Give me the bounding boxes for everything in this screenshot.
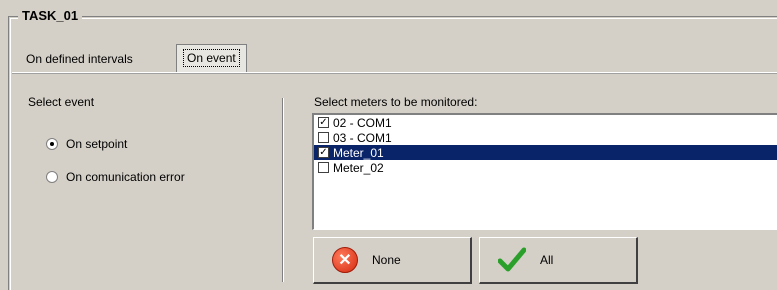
list-item[interactable]: ✓ Meter_01: [314, 145, 777, 160]
meters-listbox[interactable]: ✓ 02 - COM1 03 - COM1 ✓ Meter_01 Meter_0…: [312, 113, 777, 230]
tab-on-defined-intervals[interactable]: On defined intervals: [20, 47, 139, 71]
select-meters-label: Select meters to be monitored:: [314, 95, 478, 109]
radio-button[interactable]: [46, 171, 58, 183]
list-item-label: Meter_02: [333, 160, 384, 175]
list-item-label: 02 - COM1: [333, 115, 392, 130]
checkbox[interactable]: ✓: [318, 147, 329, 158]
radio-on-comunication-error[interactable]: On comunication error: [46, 170, 185, 184]
radio-button[interactable]: [46, 138, 58, 150]
list-item[interactable]: 03 - COM1: [314, 130, 777, 145]
radio-label: On comunication error: [66, 170, 185, 184]
close-icon: ✕: [332, 247, 358, 273]
tab-label: On event: [183, 49, 240, 67]
radio-on-setpoint[interactable]: On setpoint: [46, 137, 127, 151]
all-button[interactable]: All: [479, 237, 638, 284]
radio-label: On setpoint: [66, 137, 128, 151]
list-item[interactable]: Meter_02: [314, 160, 777, 175]
section-divider: [282, 98, 284, 282]
list-item[interactable]: ✓ 02 - COM1: [314, 115, 777, 130]
checkbox[interactable]: [318, 162, 329, 173]
checkbox[interactable]: [318, 132, 329, 143]
tab-on-event[interactable]: On event: [176, 44, 247, 72]
checkmark-icon: [498, 247, 526, 272]
tab-divider: [12, 72, 777, 74]
group-title: TASK_01: [18, 8, 83, 23]
none-button[interactable]: ✕ None: [313, 237, 472, 284]
all-button-label: All: [540, 253, 554, 267]
list-item-label: 03 - COM1: [333, 130, 392, 145]
checkbox[interactable]: ✓: [318, 117, 329, 128]
list-item-label: Meter_01: [333, 145, 384, 160]
tab-label: On defined intervals: [26, 52, 133, 66]
select-event-label: Select event: [28, 95, 95, 109]
none-button-label: None: [372, 253, 401, 267]
